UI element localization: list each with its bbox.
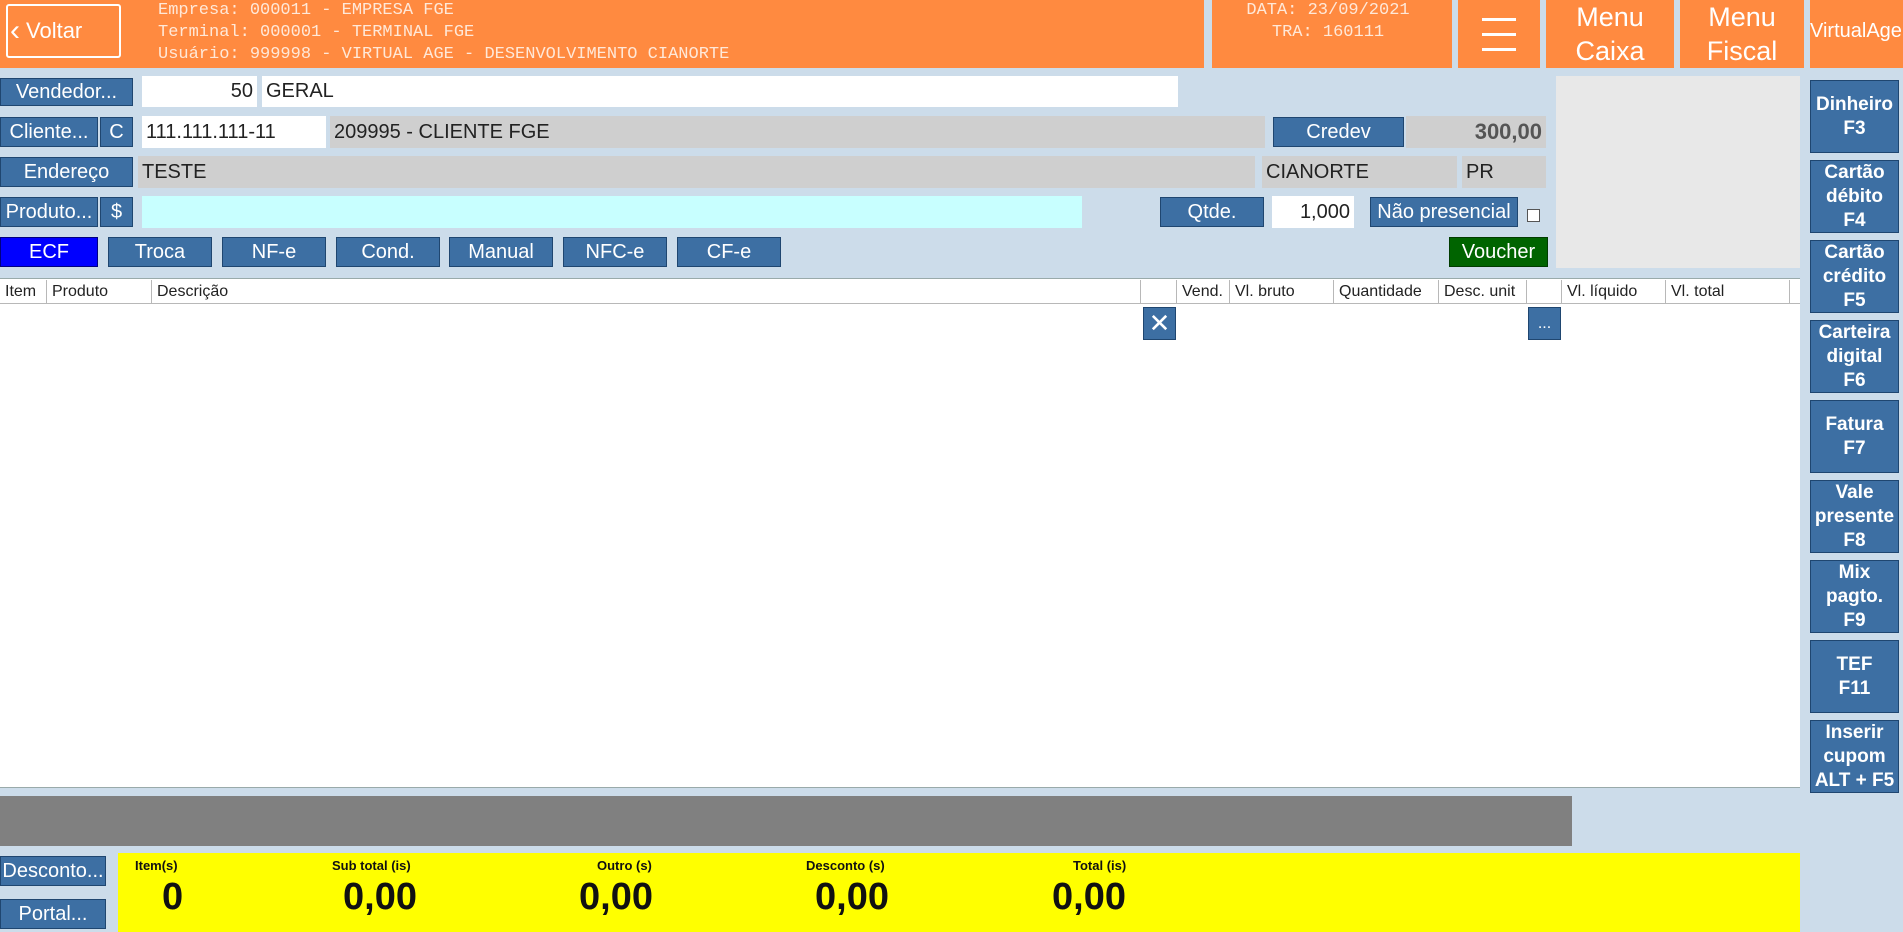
menu-fiscal-line2: Fiscal	[1706, 36, 1778, 66]
col-descricao: Descrição	[152, 280, 1141, 304]
terminal-line: Terminal: 000001 - TERMINAL FGE	[158, 23, 475, 42]
delete-item-button[interactable]: ✕	[1143, 307, 1176, 340]
user-line: Usuário: 999998 - VIRTUAL AGE - DESENVOL…	[158, 45, 730, 64]
endereco-field: TESTE	[138, 156, 1255, 188]
menu-fiscal-button[interactable]: Menu Fiscal	[1680, 0, 1804, 68]
chevron-left-icon: ‹	[10, 14, 20, 47]
ecf-mode-button[interactable]: ECF	[0, 237, 98, 267]
col-vl-bruto: Vl. bruto	[1230, 280, 1334, 304]
nfce-mode-button[interactable]: NFC-e	[563, 237, 667, 267]
payment-carteira-digital-button[interactable]: Carteira digital F6	[1810, 320, 1899, 393]
nao-presencial-checkbox[interactable]	[1527, 209, 1540, 222]
brand-logo: VirtualAge	[1810, 20, 1902, 42]
date-info: DATA: 23/09/2021 TRA: 160111	[1218, 0, 1438, 44]
back-button[interactable]: ‹ Voltar	[6, 4, 121, 58]
status-bar	[0, 796, 1572, 846]
payment-dinheiro-button[interactable]: Dinheiro F3	[1810, 80, 1899, 153]
subtotal-value: 0,00	[343, 876, 417, 918]
header-divider	[1204, 0, 1212, 68]
credev-value: 300,00	[1406, 116, 1546, 148]
cliente-doc-field[interactable]: 111.111.111-11	[142, 116, 326, 148]
col-more	[1527, 280, 1562, 304]
nao-presencial-button[interactable]: Não presencial	[1370, 197, 1518, 227]
subtotal-label: Sub total (is)	[332, 858, 411, 873]
troca-mode-button[interactable]: Troca	[108, 237, 212, 267]
qtde-field[interactable]: 1,000	[1272, 196, 1354, 228]
col-vend: Vend.	[1177, 280, 1230, 304]
items-label: Item(s)	[135, 858, 178, 873]
col-quantidade: Quantidade	[1334, 280, 1439, 304]
cliente-button[interactable]: Cliente...	[0, 117, 98, 147]
total-value: 0,00	[1052, 876, 1126, 918]
payment-vale-presente-button[interactable]: Vale presente F8	[1810, 480, 1899, 553]
cliente-c-button[interactable]: C	[100, 117, 133, 147]
hamburger-icon	[1482, 32, 1516, 36]
col-vl-total: Vl. total	[1666, 280, 1790, 304]
outro-value: 0,00	[579, 876, 653, 918]
col-item: Item	[0, 280, 47, 304]
hamburger-menu-button[interactable]	[1458, 0, 1540, 68]
company-line: Empresa: 000011 - EMPRESA FGE	[158, 1, 454, 20]
payment-cartao-credito-button[interactable]: Cartão crédito F5	[1810, 240, 1899, 313]
city-field: CIANORTE	[1262, 156, 1457, 188]
date-line: DATA: 23/09/2021	[1246, 1, 1410, 20]
cliente-name-field: 209995 - CLIENTE FGE	[330, 116, 1265, 148]
payment-mix-button[interactable]: Mix pagto. F9	[1810, 560, 1899, 633]
company-info: Empresa: 000011 - EMPRESA FGE Terminal: …	[158, 0, 729, 66]
col-vl-liquido: Vl. líquido	[1562, 280, 1666, 304]
vendedor-button[interactable]: Vendedor...	[0, 78, 133, 106]
payment-fatura-button[interactable]: Fatura F7	[1810, 400, 1899, 473]
payment-cartao-debito-button[interactable]: Cartão débito F4	[1810, 160, 1899, 233]
desconto-total-value: 0,00	[815, 876, 889, 918]
credev-button[interactable]: Credev	[1273, 117, 1404, 147]
menu-fiscal-line1: Menu	[1708, 2, 1776, 32]
produto-input[interactable]	[142, 196, 1082, 228]
vendedor-name-field: GERAL	[262, 76, 1178, 107]
items-table	[0, 278, 1800, 788]
back-label: Voltar	[26, 18, 83, 43]
manual-mode-button[interactable]: Manual	[449, 237, 553, 267]
col-delete	[1141, 280, 1177, 304]
menu-caixa-line1: Menu	[1576, 2, 1644, 32]
tra-line: TRA: 160111	[1271, 23, 1385, 42]
produto-button[interactable]: Produto...	[0, 197, 98, 227]
price-lookup-button[interactable]: $	[100, 197, 133, 227]
cfe-mode-button[interactable]: CF-e	[677, 237, 781, 267]
menu-caixa-line2: Caixa	[1575, 36, 1645, 66]
col-desc-unit: Desc. unit	[1439, 280, 1527, 304]
endereco-button[interactable]: Endereço	[0, 157, 133, 187]
close-icon: ✕	[1148, 308, 1171, 338]
nfe-mode-button[interactable]: NF-e	[222, 237, 326, 267]
items-value: 0	[162, 876, 184, 918]
insert-coupon-button[interactable]: Inserir cupom ALT + F5	[1810, 720, 1899, 793]
more-options-button[interactable]: ...	[1528, 307, 1561, 340]
qtde-button[interactable]: Qtde.	[1160, 197, 1264, 227]
total-label: Total (is)	[1073, 858, 1127, 873]
cond-mode-button[interactable]: Cond.	[336, 237, 440, 267]
outro-label: Outro (s)	[597, 858, 652, 873]
state-field: PR	[1462, 156, 1546, 188]
voucher-button[interactable]: Voucher	[1449, 237, 1548, 267]
desconto-total-label: Desconto (s)	[806, 858, 885, 873]
info-panel	[1556, 76, 1800, 268]
vendedor-code-field[interactable]: 50	[142, 76, 257, 107]
payment-tef-button[interactable]: TEF F11	[1810, 640, 1899, 713]
desconto-button[interactable]: Desconto...	[0, 856, 106, 886]
col-produto: Produto	[47, 280, 152, 304]
portal-button[interactable]: Portal...	[0, 899, 106, 929]
menu-caixa-button[interactable]: Menu Caixa	[1546, 0, 1674, 68]
